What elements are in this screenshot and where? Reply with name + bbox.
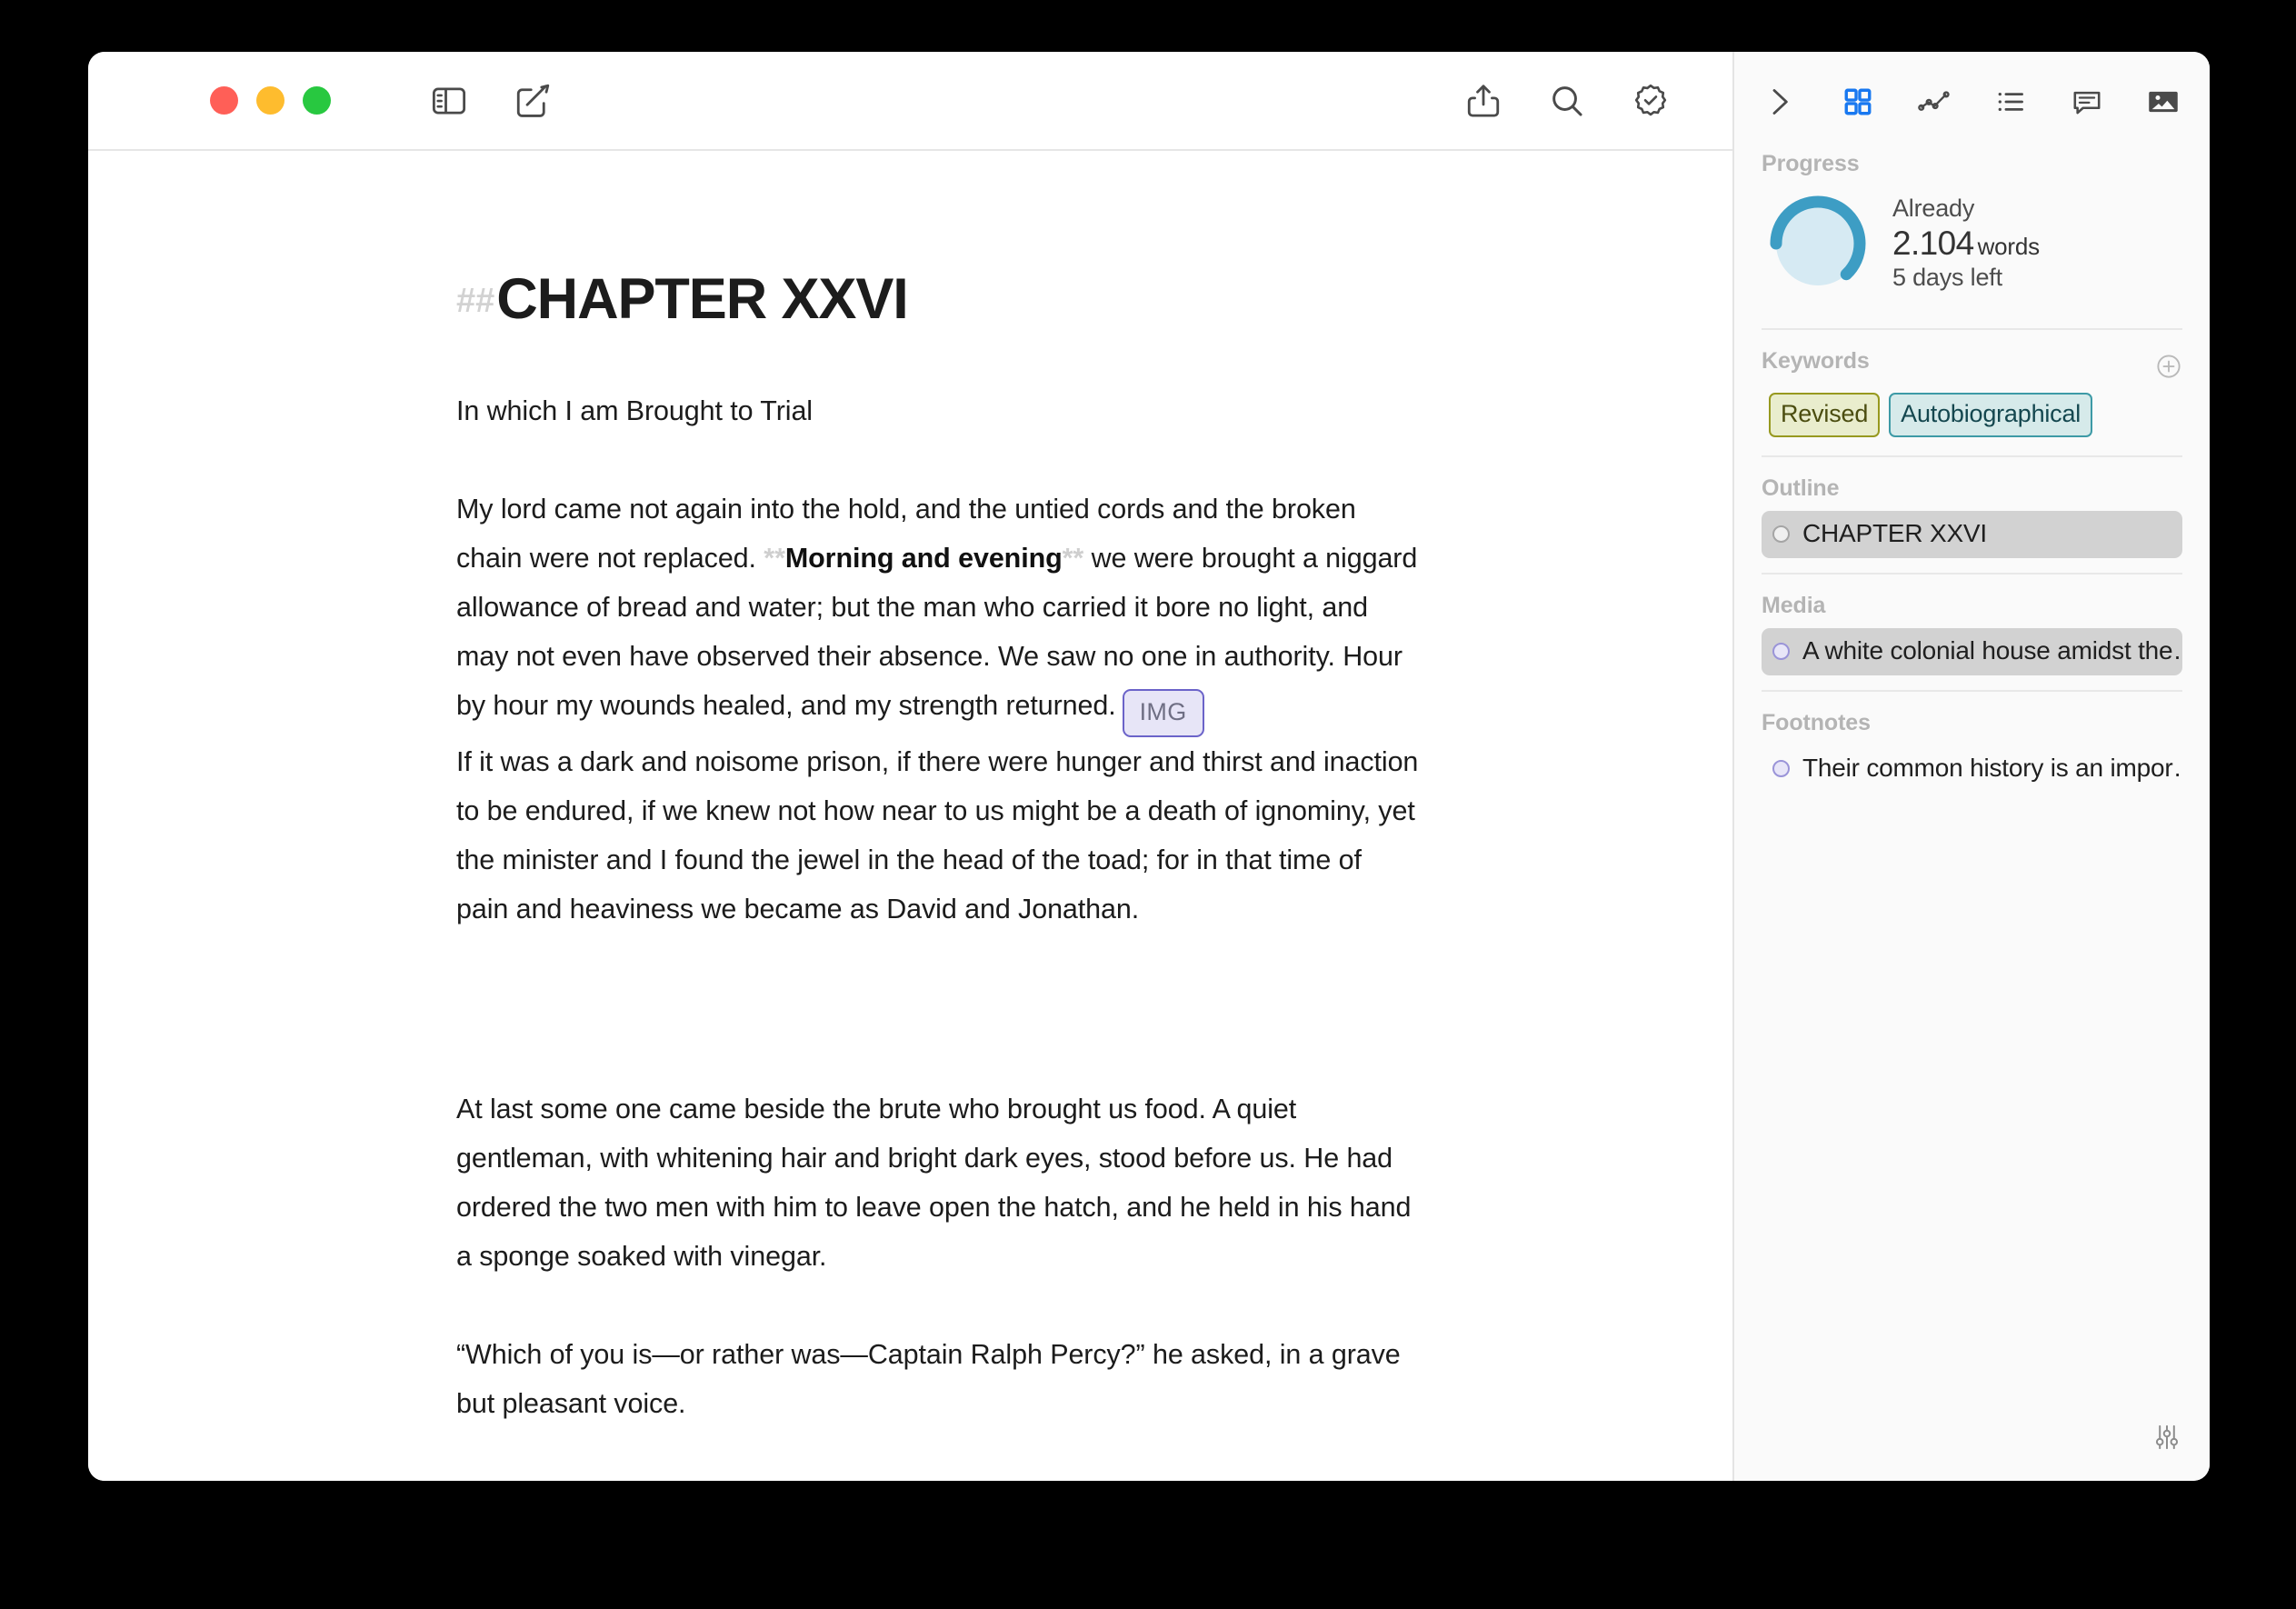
- markdown-hash-prefix: ##: [456, 282, 495, 320]
- compose-icon[interactable]: [511, 79, 554, 123]
- progress-word-count: 2.104: [1892, 224, 1974, 262]
- document-scroll-area[interactable]: ##CHAPTER XXVI In which I am Brought to …: [88, 151, 1732, 1481]
- progress-text: Already 2.104 words 5 days left: [1892, 194, 2040, 294]
- paragraph-4: “Which of you is—or rather was—Captain R…: [456, 1339, 1401, 1420]
- footnote-item[interactable]: Their common history is an impor…: [1762, 745, 2182, 793]
- paragraph-3: At last some one came beside the brute w…: [456, 1094, 1412, 1273]
- document-bottom-edge: [88, 1474, 1732, 1481]
- share-icon[interactable]: [1462, 79, 1505, 123]
- search-icon[interactable]: [1545, 79, 1589, 123]
- progress-widget: Already 2.104 words 5 days left: [1762, 186, 2182, 314]
- inspector-body: Progress Already 2.104 words 5 days left …: [1734, 151, 2210, 1481]
- progress-already-label: Already: [1892, 195, 1975, 222]
- divider-keywords: [1762, 455, 2182, 458]
- inspector-toolbar: [1734, 52, 2210, 151]
- footnotes-section-label: Footnotes: [1762, 710, 1871, 736]
- heading-text: CHAPTER XXVI: [496, 267, 908, 331]
- document-content[interactable]: ##CHAPTER XXVI In which I am Brought to …: [456, 151, 1420, 1481]
- keywords-section-label: Keywords: [1762, 348, 1870, 375]
- minimize-button[interactable]: [256, 86, 285, 115]
- paragraph-2: If it was a dark and noisome prison, if …: [456, 746, 1419, 925]
- progress-unit: words: [1977, 232, 2041, 260]
- bold-text: Morning and evening: [784, 543, 1063, 575]
- divider-outline: [1762, 573, 2182, 575]
- sliders-icon[interactable]: [2151, 1422, 2182, 1457]
- progress-days-left: 5 days left: [1892, 264, 2002, 292]
- paragraph-1: My lord came not again into the hold, an…: [456, 485, 1420, 738]
- document-subtitle: In which I am Brought to Trial: [456, 395, 813, 427]
- list-icon[interactable]: [1990, 81, 2031, 123]
- page-title: ##CHAPTER XXVI: [456, 269, 1420, 329]
- footnote-item-label: Their common history is an impor…: [1802, 754, 2182, 783]
- media-section-label: Media: [1762, 593, 1826, 619]
- progress-count-row: 2.104 words: [1892, 225, 2040, 264]
- plus-circle-icon[interactable]: [2155, 353, 2182, 380]
- keywords-section-head: Keywords: [1762, 348, 2182, 384]
- proofread-seal-icon[interactable]: [1629, 79, 1672, 123]
- grid-icon[interactable]: [1837, 81, 1879, 123]
- sidebar-toggle-icon[interactable]: [427, 79, 471, 123]
- main-toolbar: [88, 52, 1732, 151]
- toolbar-right-group: [1462, 79, 1672, 123]
- chevron-right-icon[interactable]: [1758, 81, 1800, 123]
- media-item-label: A white colonial house amidst the…: [1802, 636, 2182, 665]
- bold-marker-close: **: [1062, 543, 1084, 575]
- media-bullet-icon: [1772, 642, 1790, 660]
- paragraph-spacer-large: [456, 934, 1420, 1084]
- outline-bullet-icon: [1772, 525, 1790, 543]
- paragraph-spacer-2: [456, 1428, 1420, 1477]
- outline-item-label: CHAPTER XXVI: [1802, 519, 1987, 548]
- divider-progress: [1762, 328, 2182, 331]
- divider-media: [1762, 690, 2182, 693]
- chart-line-icon[interactable]: [1913, 81, 1955, 123]
- inspector-tab-group: [1837, 81, 2184, 123]
- keyword-tag[interactable]: Autobiographical: [1889, 393, 2093, 438]
- close-button[interactable]: [210, 86, 238, 115]
- image-placeholder-badge[interactable]: IMG: [1122, 689, 1204, 738]
- bold-marker-open: **: [764, 543, 785, 575]
- zoom-button[interactable]: [303, 86, 331, 115]
- outline-item[interactable]: CHAPTER XXVI: [1762, 511, 2182, 559]
- inspector-panel: Progress Already 2.104 words 5 days left …: [1732, 52, 2210, 1481]
- progress-section-label: Progress: [1762, 151, 1860, 176]
- outline-section-label: Outline: [1762, 475, 1840, 502]
- footnote-bullet-icon: [1772, 759, 1790, 777]
- media-item[interactable]: A white colonial house amidst the…: [1762, 628, 2182, 676]
- keyword-tag[interactable]: Revised: [1769, 393, 1881, 438]
- toolbar-left-group: [427, 79, 554, 123]
- keywords-list: Revised Autobiographical: [1762, 384, 2182, 441]
- editor-column: ##CHAPTER XXVI In which I am Brought to …: [88, 52, 1732, 1481]
- image-icon[interactable]: [2142, 81, 2184, 123]
- progress-ring: [1769, 195, 1867, 293]
- window-traffic-lights: [210, 86, 331, 115]
- app-window: ##CHAPTER XXVI In which I am Brought to …: [88, 52, 2210, 1481]
- paragraph-spacer-1: [456, 1281, 1420, 1330]
- comment-icon[interactable]: [2066, 81, 2108, 123]
